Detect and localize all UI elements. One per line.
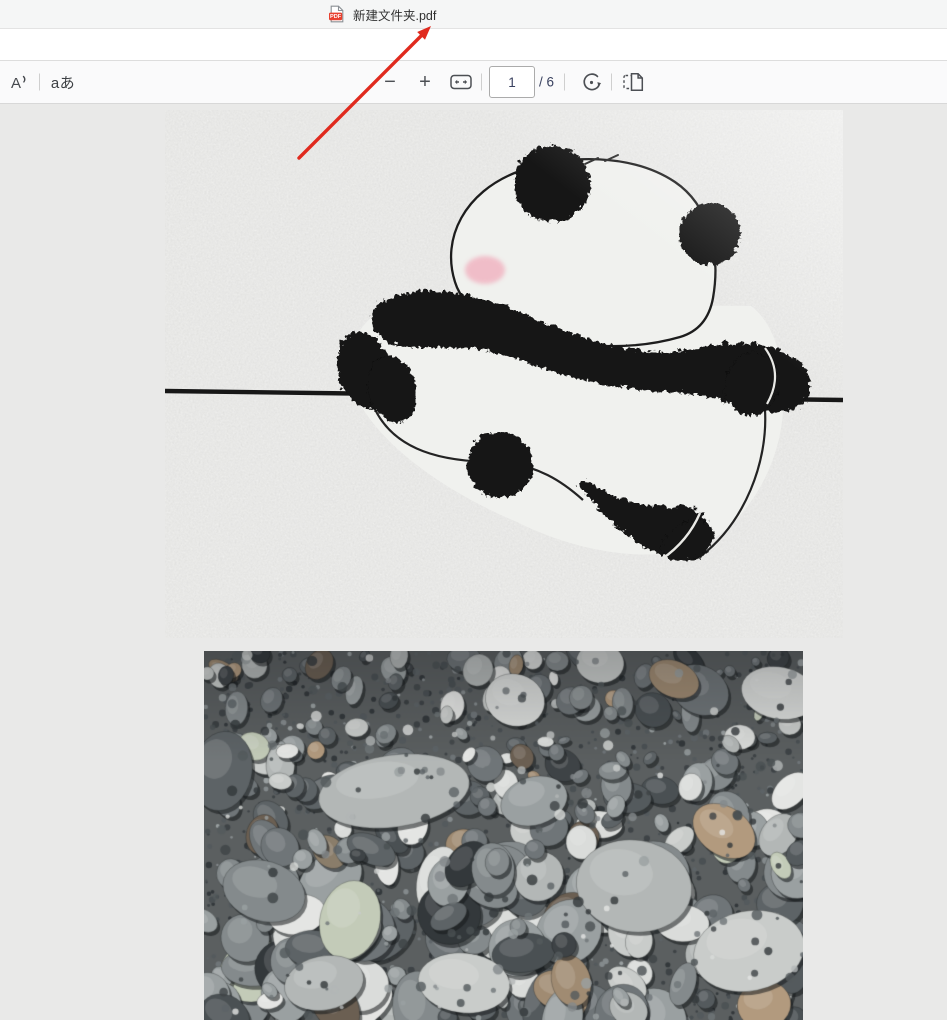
pdf-page-image-panda — [165, 110, 843, 638]
edge-pdf-viewer-window: PDF 新建文件夹.pdf A aあ − + — [0, 0, 947, 1020]
svg-text:PDF: PDF — [330, 14, 342, 20]
zoom-out-button[interactable]: − — [376, 68, 404, 96]
toolbar-divider — [611, 74, 612, 91]
pdf-toolbar: A aあ − + / 6 — [0, 61, 947, 104]
pdf-tab-bar: PDF 新建文件夹.pdf — [0, 0, 947, 29]
pdf-content-area[interactable] — [0, 104, 947, 1020]
read-aloud-button[interactable]: A — [6, 68, 34, 96]
pdf-file-icon: PDF — [328, 5, 345, 23]
translate-button[interactable]: aあ — [46, 68, 80, 96]
page-count-label: / 6 — [539, 75, 554, 90]
toolbar-divider — [481, 74, 482, 91]
toolbar-divider — [39, 74, 40, 91]
pdf-tab[interactable]: PDF 新建文件夹.pdf — [328, 3, 436, 25]
zoom-in-button[interactable]: + — [411, 68, 439, 96]
fit-to-width-button[interactable] — [446, 68, 476, 96]
svg-text:A: A — [11, 75, 21, 92]
pdf-page-image-pebbles — [204, 651, 803, 1020]
page-view-button[interactable] — [619, 68, 649, 96]
page-number-input[interactable] — [489, 66, 535, 98]
rotate-icon — [580, 71, 603, 94]
secondary-bar — [0, 29, 947, 61]
fit-to-width-icon — [450, 74, 472, 90]
page-view-icon — [622, 72, 646, 92]
toolbar-divider — [564, 74, 565, 91]
pdf-tab-title: 新建文件夹.pdf — [353, 5, 436, 24]
rotate-button[interactable] — [577, 68, 605, 96]
pebble-photo-canvas — [204, 651, 803, 1020]
